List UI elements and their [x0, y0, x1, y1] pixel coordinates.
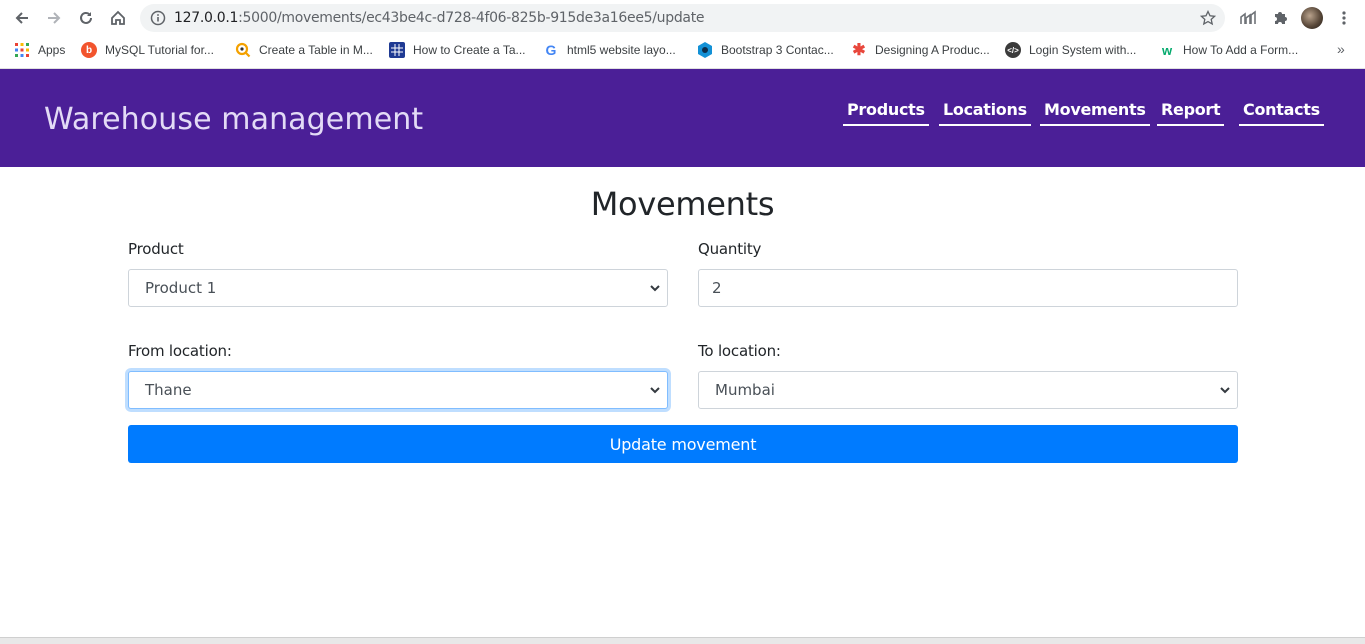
bookmark-add-form[interactable]: w How To Add a Form...: [1159, 40, 1298, 60]
asterisk-favicon: ✱: [852, 42, 866, 59]
to-location-value: Mumbai: [715, 381, 775, 399]
apps-grid-icon: [14, 42, 30, 58]
chevron-down-icon: [650, 285, 660, 292]
bookmark-label: Apps: [38, 43, 66, 57]
browser-menu-icon[interactable]: [1334, 8, 1354, 28]
nav-link-products[interactable]: Products: [843, 100, 929, 126]
back-button[interactable]: [10, 6, 34, 30]
bookmark-star-icon[interactable]: [1199, 9, 1217, 27]
code-favicon: </>: [1005, 42, 1021, 58]
table-favicon: [389, 42, 405, 58]
update-movement-button[interactable]: Update movement: [128, 425, 1238, 463]
product-label: Product: [128, 240, 184, 258]
forward-button[interactable]: [42, 6, 66, 30]
address-bar[interactable]: 127.0.0.1:5000/movements/ec43be4c-d728-4…: [140, 4, 1225, 32]
bookmark-how-to-create-table[interactable]: How to Create a Ta...: [389, 40, 526, 60]
from-location-select[interactable]: Thane: [128, 371, 668, 409]
search-favicon: [235, 42, 251, 58]
url-text[interactable]: 127.0.0.1:5000/movements/ec43be4c-d728-4…: [174, 10, 705, 26]
home-button[interactable]: [106, 6, 130, 30]
brand-title[interactable]: Warehouse management: [44, 102, 423, 137]
bookmark-label: Create a Table in M...: [259, 43, 373, 57]
nav-link-report[interactable]: Report: [1157, 100, 1225, 126]
google-favicon: G: [545, 42, 557, 58]
bookmark-bootstrap-contact[interactable]: Bootstrap 3 Contac...: [697, 40, 834, 60]
w-favicon: w: [1161, 42, 1173, 58]
bookmark-label: How To Add a Form...: [1183, 43, 1299, 57]
site-info-icon[interactable]: [149, 9, 167, 27]
back-arrow-icon: [15, 12, 28, 24]
mysql-favicon: b: [81, 42, 97, 58]
product-select-value: Product 1: [145, 279, 217, 297]
bookmark-html5-layout[interactable]: G html5 website layo...: [543, 40, 676, 60]
from-location-value: Thane: [145, 381, 192, 399]
bookmark-label: Bootstrap 3 Contac...: [721, 43, 834, 57]
chevron-down-icon: [650, 387, 660, 394]
url-host: 127.0.0.1: [174, 10, 239, 26]
forward-arrow-icon: [48, 12, 61, 24]
app-navbar: Warehouse management Products Locations …: [0, 69, 1365, 167]
to-location-label: To location:: [698, 342, 781, 360]
bookmark-create-table[interactable]: Create a Table in M...: [235, 40, 373, 60]
home-icon: [111, 10, 125, 25]
bookmark-label: Designing A Produc...: [875, 43, 990, 57]
window-bottom-edge: [0, 637, 1365, 644]
browser-chrome: 127.0.0.1:5000/movements/ec43be4c-d728-4…: [0, 0, 1365, 69]
bookmark-label: How to Create a Ta...: [413, 43, 526, 57]
url-path: :5000/movements/ec43be4c-d728-4f06-825b-…: [238, 10, 705, 26]
bookmark-label: Login System with...: [1029, 43, 1137, 57]
to-location-select[interactable]: Mumbai: [698, 371, 1238, 409]
reload-button[interactable]: [74, 6, 98, 30]
nav-link-movements[interactable]: Movements: [1040, 100, 1150, 126]
browser-toolbar: 127.0.0.1:5000/movements/ec43be4c-d728-4…: [0, 0, 1365, 36]
nav-link-locations[interactable]: Locations: [939, 100, 1031, 126]
bookmark-label: MySQL Tutorial for...: [105, 43, 214, 57]
nav-link-contacts[interactable]: Contacts: [1239, 100, 1324, 126]
hexagon-favicon: [697, 42, 713, 58]
bookmark-designing-product[interactable]: ✱ Designing A Produc...: [851, 40, 990, 60]
chevron-down-icon: [1220, 387, 1230, 394]
product-select[interactable]: Product 1: [128, 269, 668, 307]
reload-icon: [80, 11, 92, 24]
from-location-label: From location:: [128, 342, 232, 360]
bookmark-apps[interactable]: Apps: [14, 40, 65, 60]
profile-avatar[interactable]: [1301, 7, 1323, 29]
quantity-label: Quantity: [698, 240, 762, 258]
bookmark-mysql-tutorial[interactable]: b MySQL Tutorial for...: [81, 40, 214, 60]
bookmark-label: html5 website layo...: [567, 43, 676, 57]
quantity-input[interactable]: 2: [698, 269, 1238, 307]
analytics-extension-icon[interactable]: [1238, 8, 1258, 28]
extensions-puzzle-icon[interactable]: [1270, 8, 1290, 28]
bookmarks-overflow-button[interactable]: »: [1337, 41, 1345, 57]
bookmark-login-system[interactable]: </> Login System with...: [1005, 40, 1136, 60]
quantity-input-value: 2: [712, 279, 722, 297]
bookmarks-bar: Apps b MySQL Tutorial for... Create a Ta…: [0, 38, 1365, 62]
page-title: Movements: [590, 185, 775, 223]
